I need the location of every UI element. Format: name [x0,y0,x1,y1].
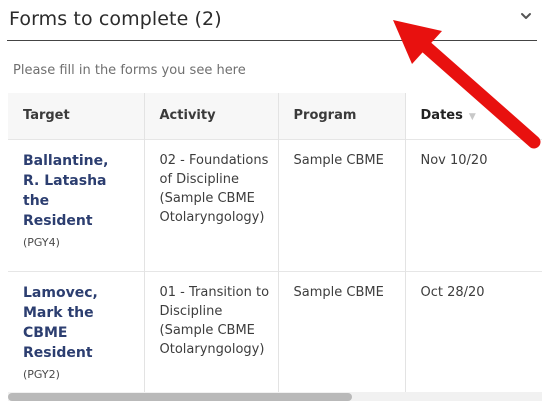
cell-activity: 02 - Foundations of Discipline (Sample C… [144,138,279,271]
cell-program: Sample CBME [278,270,406,393]
panel-title: Forms to complete (2) [9,8,222,30]
target-level: (PGY4) [23,235,60,249]
cell-activity: 01 - Transition to Discipline (Sample CB… [144,270,279,393]
cell-target: Lamovec, Mark the CBME Resident (PGY2) [8,270,145,393]
column-header-program[interactable]: Program [278,93,406,139]
table-header-row: Target Activity Program Dates ▼ [8,93,542,139]
target-name-link[interactable]: Lamovec, Mark the CBME Resident [23,283,123,363]
column-header-target[interactable]: Target [8,93,145,139]
cell-date: Nov 10/20 [405,138,542,271]
panel-header[interactable]: Forms to complete (2) [7,0,537,41]
cell-program: Sample CBME [278,138,406,271]
activity-text: 02 - Foundations of Discipline (Sample C… [159,152,269,225]
cell-date: Oct 28/20 [405,270,542,393]
horizontal-scrollbar-thumb[interactable] [8,393,352,401]
forms-panel: Forms to complete (2) Please fill in the… [0,0,542,401]
sort-down-icon: ▼ [468,112,476,123]
column-header-dates[interactable]: Dates ▼ [405,93,542,139]
cell-target: Ballantine, R. Latasha the Resident (PGY… [8,138,145,271]
chevron-down-icon[interactable] [519,8,533,22]
target-name-link[interactable]: Ballantine, R. Latasha the Resident [23,151,123,231]
table-row[interactable]: Lamovec, Mark the CBME Resident (PGY2) 0… [8,270,542,393]
column-header-dates-label: Dates [420,108,463,124]
column-header-activity[interactable]: Activity [144,93,279,139]
forms-table: Target Activity Program Dates ▼ Ballantin… [8,93,542,393]
target-level: (PGY2) [23,367,60,381]
table-row[interactable]: Ballantine, R. Latasha the Resident (PGY… [8,138,542,271]
forms-table-wrapper: Target Activity Program Dates ▼ Ballantin… [8,93,542,393]
panel-subtitle: Please fill in the forms you see here [13,63,246,78]
activity-text: 01 - Transition to Discipline (Sample CB… [159,284,270,357]
